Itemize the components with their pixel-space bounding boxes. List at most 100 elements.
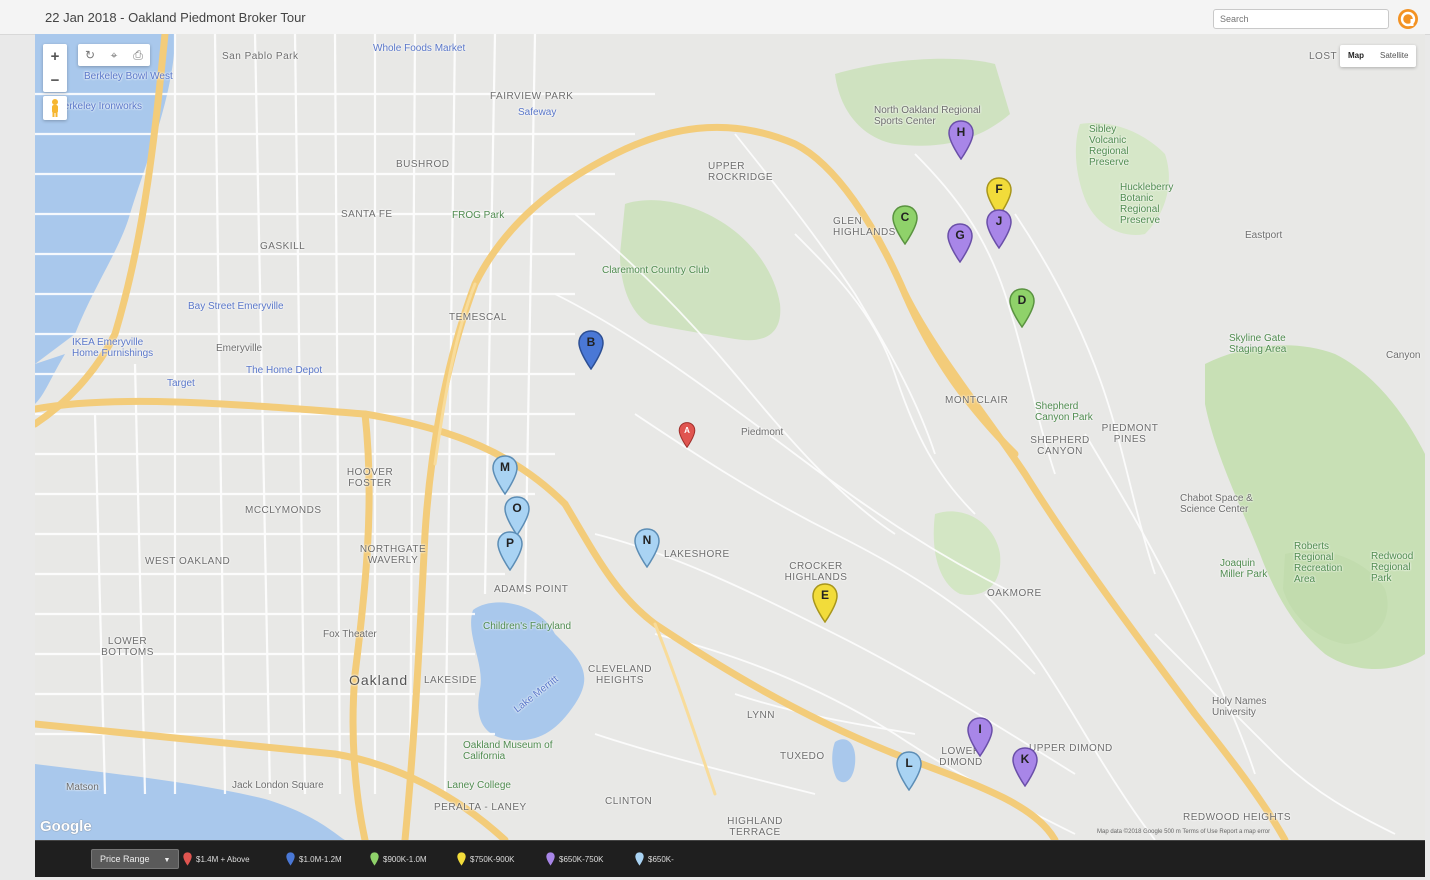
map-base-layer: [35, 34, 1425, 840]
locate-icon[interactable]: ⌖: [102, 44, 126, 66]
zoom-in-button[interactable]: +: [43, 44, 67, 68]
place-label: Laney College: [447, 780, 511, 791]
place-label: LAKESHORE: [664, 549, 730, 560]
pin-marker-icon: [286, 852, 295, 866]
zoom-out-button[interactable]: −: [43, 68, 67, 92]
place-label: HIGHLAND TERRACE: [727, 816, 783, 838]
pin-label: G: [955, 228, 965, 242]
price-range-dropdown[interactable]: Price Range ▼: [91, 849, 180, 869]
pin-label: L: [905, 756, 913, 770]
pin-label: P: [505, 536, 514, 550]
listing-pin-k[interactable]: K: [1012, 747, 1038, 788]
place-label: CLINTON: [605, 796, 653, 807]
pin-label: F: [995, 182, 1003, 196]
place-label: SANTA FE: [341, 209, 393, 220]
place-label: Berkeley Ironworks: [57, 101, 143, 112]
listing-pin-h[interactable]: H: [948, 120, 974, 161]
pin-label: N: [642, 533, 652, 547]
search-input[interactable]: [1213, 9, 1389, 29]
place-label: FAIRVIEW PARK: [490, 91, 574, 102]
legend-item: $650K-750K: [546, 851, 603, 867]
listing-pin-d[interactable]: D: [1009, 288, 1035, 329]
listing-pin-i[interactable]: I: [967, 717, 993, 758]
place-label: CROCKER HIGHLANDS: [784, 561, 848, 583]
listing-pin-o[interactable]: O: [504, 496, 530, 537]
listing-pin-n[interactable]: N: [634, 528, 660, 569]
pin-label: M: [500, 460, 510, 474]
refresh-icon[interactable]: ↻: [78, 44, 102, 66]
place-label: TEMESCAL: [449, 312, 507, 323]
pin-label: O: [512, 501, 522, 515]
place-label: ADAMS POINT: [494, 584, 569, 595]
legend-item: $1.4M + Above: [183, 851, 250, 867]
legend-item: $900K-1.0M: [370, 851, 427, 867]
map-type-map-button[interactable]: Map: [1340, 45, 1372, 67]
place-label: Oakland Museum of California: [463, 740, 553, 762]
place-label: PIEDMONT PINES: [1101, 423, 1159, 445]
map-type-satellite-button[interactable]: Satellite: [1372, 45, 1416, 67]
place-label: Shepherd Canyon Park: [1035, 401, 1093, 423]
place-label: Jack London Square: [232, 780, 324, 791]
zoom-controls: + −: [43, 44, 67, 92]
place-label: MCCLYMONDS: [245, 505, 322, 516]
listing-pin-c[interactable]: C: [892, 205, 918, 246]
place-label: HOOVER FOSTER: [346, 467, 394, 489]
street-view-pegman-icon[interactable]: [43, 96, 67, 120]
listing-pin-p[interactable]: P: [497, 531, 523, 572]
pin-label: I: [978, 722, 982, 736]
legend-item-label: $1.4M + Above: [196, 854, 250, 864]
pin-label: J: [995, 214, 1003, 228]
place-label: Skyline Gate Staging Area: [1229, 333, 1287, 355]
top-bar: 22 Jan 2018 - Oakland Piedmont Broker To…: [0, 0, 1430, 35]
legend-item-label: $750K-900K: [470, 854, 515, 864]
place-label: Fox Theater: [323, 629, 377, 640]
brand-logo-icon[interactable]: [1397, 8, 1419, 30]
place-label: Sibley Volcanic Regional Preserve: [1089, 124, 1130, 168]
listing-pin-b[interactable]: B: [578, 330, 604, 371]
listing-pin-m[interactable]: M: [492, 455, 518, 496]
map-attribution[interactable]: Map data ©2018 Google 500 m Terms of Use…: [1097, 829, 1270, 835]
place-label: NORTHGATE WAVERLY: [359, 544, 427, 566]
pin-label: A: [684, 426, 690, 435]
place-label: IKEA Emeryville Home Furnishings: [72, 337, 154, 359]
place-label: Safeway: [518, 107, 557, 118]
place-label: Claremont Country Club: [602, 265, 710, 276]
pin-marker-icon: [457, 852, 466, 866]
legend-item-label: $900K-1.0M: [383, 854, 427, 864]
listing-pin-g[interactable]: G: [947, 223, 973, 264]
legend-item-label: $650K-: [648, 854, 674, 864]
map-tool-buttons: ↻ ⌖ ⎙: [78, 44, 150, 66]
place-label: San Pablo Park: [222, 51, 299, 62]
map-canvas[interactable]: San Pablo Park Whole Foods Market Berkel…: [35, 34, 1425, 840]
place-label: Emeryville: [216, 343, 263, 354]
place-label: Children's Fairyland: [483, 621, 572, 632]
place-label: LOWER BOTTOMS: [101, 636, 154, 658]
price-legend-bar: Price Range ▼ $1.4M + Above $1.0M-1.2M $9…: [35, 840, 1425, 877]
place-label: Redwood Regional Park: [1371, 551, 1414, 584]
place-label: Holy Names University: [1212, 696, 1267, 718]
place-label: REDWOOD HEIGHTS: [1183, 812, 1292, 823]
listing-pin-l[interactable]: L: [896, 751, 922, 792]
price-range-label: Price Range: [100, 854, 150, 864]
pin-marker-icon: [183, 852, 192, 866]
listing-pin-e[interactable]: E: [812, 583, 838, 624]
place-label: Joaquin Miller Park: [1220, 558, 1268, 580]
place-label: Bay Street Emeryville: [188, 301, 284, 312]
map-type-switch: Map Satellite: [1340, 45, 1417, 67]
place-label: Chabot Space & Science Center: [1180, 493, 1253, 515]
place-label: Berkeley Bowl West: [84, 71, 173, 82]
pin-label: C: [900, 210, 910, 224]
place-label: Matson: [66, 782, 99, 793]
place-label: North Oakland Regional Sports Center: [874, 105, 981, 127]
pin-label: B: [586, 335, 596, 349]
legend-item-label: $1.0M-1.2M: [299, 854, 342, 864]
listing-pin-a[interactable]: A: [678, 422, 696, 449]
place-label: MONTCLAIR: [945, 395, 1009, 406]
listing-pin-j[interactable]: J: [986, 209, 1012, 250]
place-label: PERALTA - LANEY: [434, 802, 527, 813]
page-title: 22 Jan 2018 - Oakland Piedmont Broker To…: [45, 10, 306, 25]
place-label: BUSHROD: [396, 159, 450, 170]
place-label: CLEVELAND HEIGHTS: [588, 664, 652, 686]
place-label: TUXEDO: [780, 751, 825, 762]
print-icon[interactable]: ⎙: [126, 44, 150, 66]
